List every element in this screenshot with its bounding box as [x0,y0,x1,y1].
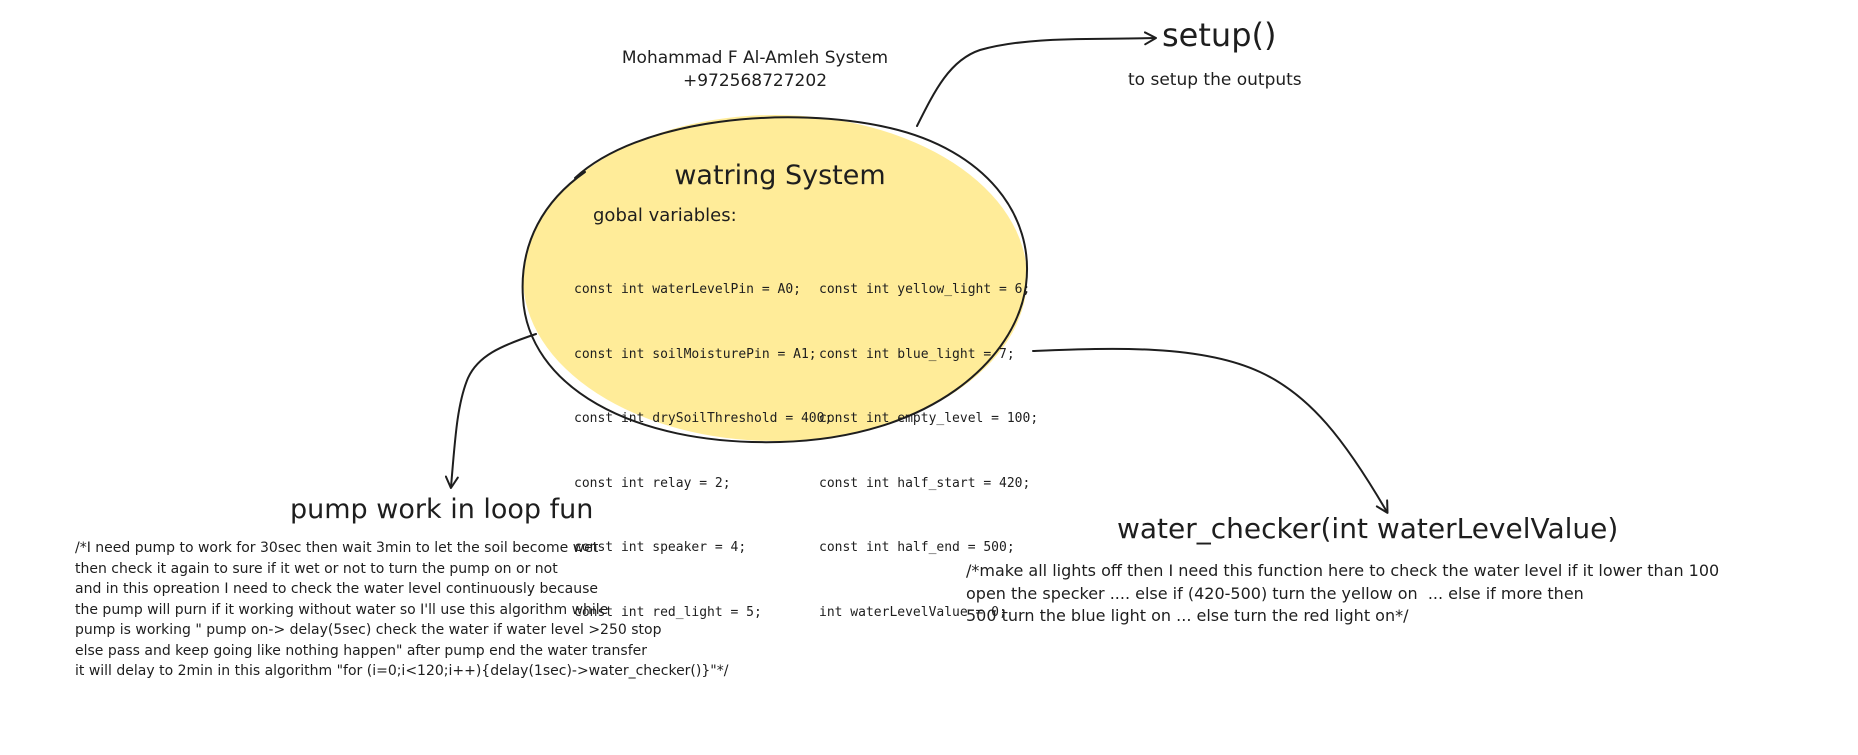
variable-line: const int drySoilThreshold = 400; [574,411,833,426]
checker-node-description: /*make all lights off then I need this f… [966,561,1720,625]
variable-line: const int relay = 2; [574,475,731,491]
pump-node-description: /*I need pump to work for 30sec then wai… [75,540,729,679]
main-node-title: watring System [674,160,886,191]
variable-line: const int waterLevelPin = A0; [574,282,801,297]
arrow-to-pump [444,333,537,489]
checker-node-title[interactable]: water_checker(int waterLevelValue) [1117,512,1618,545]
variable-line: const int soilMoisturePin = A1; [574,346,817,362]
setup-node-description: to setup the outputs [1128,70,1302,90]
author-phone: +972568727202 [682,71,828,91]
variable-line: const int half_end = 500; [819,540,1015,555]
variable-line: const int yellow_light = 6; [819,282,1031,297]
variable-line: const int blue_light = 7; [819,346,1015,362]
variable-line: const int empty_level = 100; [819,411,1039,426]
setup-node-title[interactable]: setup() [1162,16,1276,54]
globals-label: gobal variables: [593,205,737,226]
author-name: Mohammad F Al-Amleh System [621,48,889,68]
pump-node-title[interactable]: pump work in loop fun [290,494,593,525]
arrow-to-setup [916,31,1157,127]
arrow-to-checker [1032,347,1389,514]
variable-line: const int half_start = 420; [819,475,1031,491]
